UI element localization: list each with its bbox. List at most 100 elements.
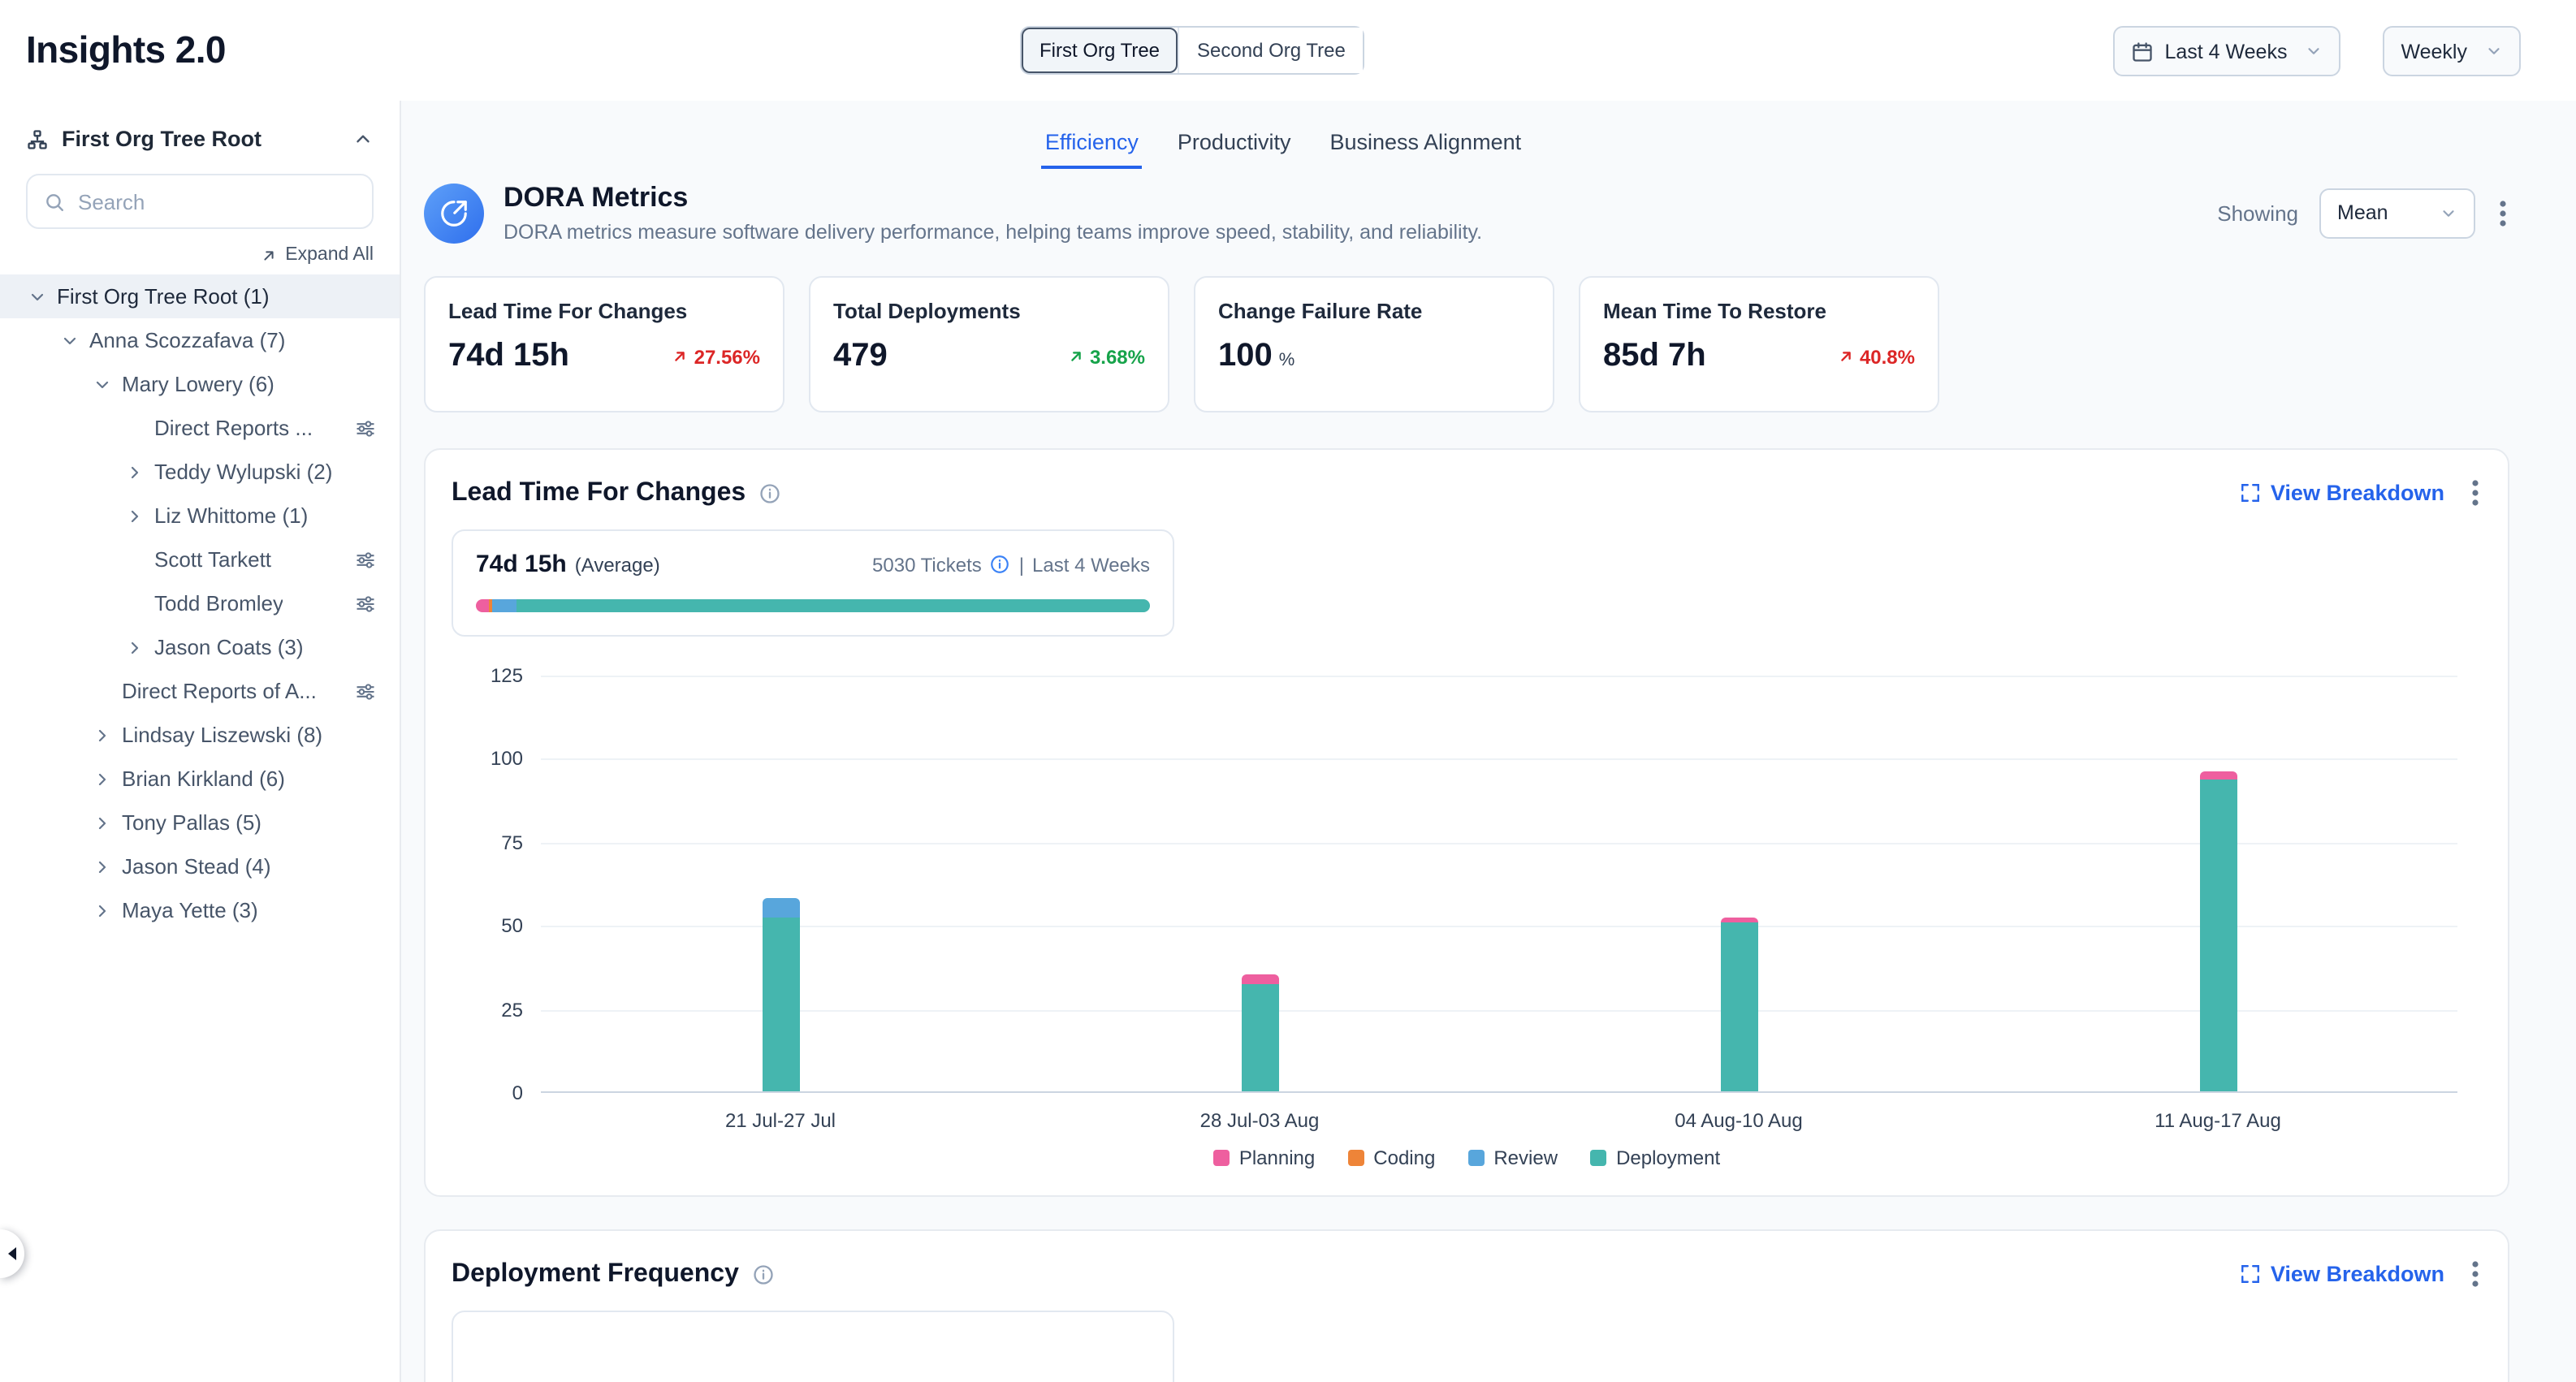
search-input[interactable]	[78, 189, 356, 214]
x-axis-label: 04 Aug-10 Aug	[1499, 1109, 1978, 1132]
info-icon[interactable]	[752, 1263, 775, 1285]
tree-item-label: Anna Scozzafava (7)	[89, 328, 285, 352]
legend-label: Deployment	[1616, 1147, 1720, 1169]
chevron-down-icon[interactable]	[26, 285, 49, 308]
filter-sliders-icon[interactable]	[354, 680, 377, 702]
tree-item-direct-reports[interactable]: Direct Reports ...	[0, 406, 400, 450]
expand-icon	[2240, 482, 2261, 503]
tree-item-first-org-tree-root-1[interactable]: First Org Tree Root (1)	[0, 274, 400, 318]
chevron-right-icon[interactable]	[91, 811, 114, 834]
expand-all-icon	[259, 246, 277, 264]
chevron-spacer	[123, 417, 146, 439]
search-icon	[44, 191, 65, 212]
chevron-left-icon	[4, 1246, 20, 1262]
info-icon[interactable]	[990, 554, 1011, 575]
kebab-menu-icon[interactable]	[2496, 196, 2509, 230]
app: Insights 2.0 First Org TreeSecond Org Tr…	[0, 0, 2576, 1382]
deployment-panel-title: Deployment Frequency	[452, 1259, 739, 1289]
chevron-spacer	[91, 680, 114, 702]
trend-up-arrow-icon	[1837, 348, 1855, 365]
filter-sliders-icon[interactable]	[354, 417, 377, 439]
tree-item-direct-reports-of-a[interactable]: Direct Reports of A...	[0, 669, 400, 713]
tree-item-brian-kirkland-6[interactable]: Brian Kirkland (6)	[0, 757, 400, 801]
y-axis-tick: 0	[452, 1082, 523, 1104]
tree-item-label: Brian Kirkland (6)	[122, 767, 285, 791]
org-tree-toggle-first-org-tree[interactable]: First Org Tree	[1022, 28, 1178, 73]
view-breakdown-button[interactable]: View Breakdown	[2240, 1262, 2444, 1286]
tree-item-anna-scozzafava-7[interactable]: Anna Scozzafava (7)	[0, 318, 400, 362]
tree-item-jason-stead-4[interactable]: Jason Stead (4)	[0, 844, 400, 888]
legend-item-deployment: Deployment	[1590, 1147, 1720, 1169]
chevron-up-icon[interactable]	[352, 128, 374, 149]
expand-all-button[interactable]: Expand All	[26, 245, 374, 265]
tree-item-label: Mary Lowery (6)	[122, 372, 274, 396]
tree-item-jason-coats-3[interactable]: Jason Coats (3)	[0, 625, 400, 669]
tree-item-maya-yette-3[interactable]: Maya Yette (3)	[0, 888, 400, 932]
showing-label: Showing	[2217, 201, 2298, 225]
tree-item-mary-lowery-6[interactable]: Mary Lowery (6)	[0, 362, 400, 406]
metric-card-delta: 40.8%	[1837, 345, 1915, 368]
main-content: Efficiency Productivity Business Alignment…	[401, 101, 2576, 1382]
chevron-right-icon[interactable]	[123, 636, 146, 659]
filter-sliders-icon[interactable]	[354, 548, 377, 571]
bar-segment-deployment	[1720, 922, 1757, 1091]
chevron-down-icon[interactable]	[58, 329, 81, 352]
metric-cards: Lead Time For Changes74d 15h27.56%Total …	[424, 276, 2509, 412]
meta-separator: |	[1019, 553, 1024, 576]
tree-item-label: Direct Reports of A...	[122, 679, 317, 703]
tree-item-lindsay-liszewski-8[interactable]: Lindsay Liszewski (8)	[0, 713, 400, 757]
metric-card-value: 74d 15h	[448, 338, 569, 375]
metric-card-unit: %	[1279, 351, 1295, 370]
y-axis-tick: 125	[452, 664, 523, 687]
tree-item-scott-tarkett[interactable]: Scott Tarkett	[0, 538, 400, 581]
chevron-down-icon	[2440, 204, 2457, 222]
tickets-count: 5030 Tickets	[872, 553, 982, 576]
tab-productivity[interactable]: Productivity	[1174, 120, 1294, 169]
search-box	[26, 174, 374, 229]
phase-distribution-bar	[476, 599, 1150, 612]
aggregation-select[interactable]: Mean	[2319, 188, 2475, 238]
granularity-select[interactable]: Weekly	[2383, 26, 2521, 76]
sidebar: First Org Tree Root Expand All First Org…	[0, 101, 401, 1382]
x-axis-label: 28 Jul-03 Aug	[1020, 1109, 1499, 1132]
metric-card-mean-time-to-restore: Mean Time To Restore85d 7h40.8%	[1579, 276, 1939, 412]
panel-actions: View Breakdown	[2240, 1257, 2482, 1291]
tree-item-label: Todd Bromley	[154, 591, 283, 615]
tab-business-alignment[interactable]: Business Alignment	[1326, 120, 1524, 169]
stacked-bar	[762, 898, 799, 1091]
info-icon[interactable]	[759, 482, 781, 504]
chevron-right-icon[interactable]	[123, 504, 146, 527]
legend-label: Planning	[1239, 1147, 1315, 1169]
chevron-right-icon[interactable]	[91, 723, 114, 746]
app-title: Insights 2.0	[26, 28, 226, 72]
header-controls: Last 4 Weeks Weekly	[2112, 26, 2521, 76]
metric-card-lead-time-for-changes: Lead Time For Changes74d 15h27.56%	[424, 276, 784, 412]
tree-item-teddy-wylupski-2[interactable]: Teddy Wylupski (2)	[0, 450, 400, 494]
lead-time-panel-header: Lead Time For Changes View Breakdown	[452, 476, 2482, 510]
filter-sliders-icon[interactable]	[354, 592, 377, 615]
tree-item-todd-bromley[interactable]: Todd Bromley	[0, 581, 400, 625]
view-breakdown-button[interactable]: View Breakdown	[2240, 481, 2444, 505]
date-range-value: Last 4 Weeks	[2164, 40, 2287, 63]
deployment-frequency-panel: Deployment Frequency View Breakdown	[424, 1229, 2509, 1382]
legend-swatch	[1213, 1150, 1230, 1166]
date-range-select[interactable]: Last 4 Weeks	[2112, 26, 2340, 76]
tree-item-tony-pallas-5[interactable]: Tony Pallas (5)	[0, 801, 400, 844]
kebab-menu-icon[interactable]	[2469, 476, 2482, 510]
metric-card-delta: 3.68%	[1067, 345, 1145, 368]
lead-time-panel: Lead Time For Changes View Breakdown	[424, 448, 2509, 1197]
tree-item-liz-whittome-1[interactable]: Liz Whittome (1)	[0, 494, 400, 538]
chevron-right-icon[interactable]	[123, 460, 146, 483]
stacked-bar	[1720, 918, 1757, 1091]
dora-metrics-title: DORA Metrics	[504, 182, 1482, 214]
chevron-right-icon[interactable]	[91, 767, 114, 790]
chevron-down-icon[interactable]	[91, 373, 114, 395]
chevron-right-icon[interactable]	[91, 855, 114, 878]
metric-card-value: 85d 7h	[1603, 338, 1706, 375]
chevron-down-icon	[2485, 42, 2503, 60]
org-tree-toggle-second-org-tree[interactable]: Second Org Tree	[1178, 28, 1364, 73]
metric-card-title: Change Failure Rate	[1218, 299, 1530, 323]
chevron-right-icon[interactable]	[91, 899, 114, 922]
kebab-menu-icon[interactable]	[2469, 1257, 2482, 1291]
tab-efficiency[interactable]: Efficiency	[1042, 120, 1142, 169]
